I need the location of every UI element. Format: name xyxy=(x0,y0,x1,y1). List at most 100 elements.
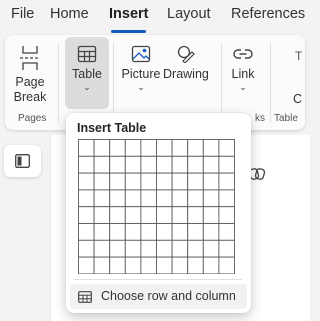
grid-cell[interactable] xyxy=(93,189,111,208)
grid-cell[interactable] xyxy=(171,256,189,275)
tab-references[interactable]: References xyxy=(231,6,305,22)
navigation-pane-button[interactable] xyxy=(4,145,41,177)
picture-button[interactable]: Picture ⌄ xyxy=(119,45,163,92)
grid-cell[interactable] xyxy=(202,223,220,241)
grid-cell[interactable] xyxy=(93,223,111,241)
group-separator xyxy=(270,43,271,123)
grid-cell[interactable] xyxy=(93,139,111,157)
grid-cell[interactable] xyxy=(78,239,95,258)
grid-cell[interactable] xyxy=(140,256,157,275)
grid-cell[interactable] xyxy=(140,139,157,157)
grid-cell[interactable] xyxy=(124,206,142,224)
grid-cell[interactable] xyxy=(156,189,173,208)
grid-cell[interactable] xyxy=(156,223,173,241)
grid-cell[interactable] xyxy=(109,155,126,174)
grid-cell[interactable] xyxy=(156,206,173,224)
grid-cell[interactable] xyxy=(187,206,204,224)
grid-cell[interactable] xyxy=(171,139,189,157)
choose-row-and-column-item[interactable]: Choose row and column xyxy=(70,284,247,309)
insert-table-dropdown: Insert Table Choose row and column xyxy=(66,113,251,313)
grid-cell[interactable] xyxy=(218,223,235,241)
cutoff-icon: T xyxy=(295,49,303,63)
grid-cell[interactable] xyxy=(140,189,157,208)
grid-cell[interactable] xyxy=(187,256,204,275)
group-separator xyxy=(221,43,222,123)
grid-cell[interactable] xyxy=(156,155,173,174)
grid-cell[interactable] xyxy=(202,206,220,224)
grid-cell[interactable] xyxy=(202,239,220,258)
grid-cell[interactable] xyxy=(171,239,189,258)
grid-cell[interactable] xyxy=(140,223,157,241)
menu-divider xyxy=(74,279,242,280)
table-button[interactable]: Table ⌄ xyxy=(65,37,109,109)
tab-home[interactable]: Home xyxy=(50,6,89,22)
grid-cell[interactable] xyxy=(187,223,204,241)
table-size-grid[interactable] xyxy=(78,139,235,279)
grid-cell[interactable] xyxy=(109,139,126,157)
grid-cell[interactable] xyxy=(202,189,220,208)
table-icon xyxy=(77,45,97,63)
grid-cell[interactable] xyxy=(218,189,235,208)
grid-cell[interactable] xyxy=(171,155,189,174)
link-button[interactable]: Link ⌄ xyxy=(227,45,259,92)
grid-cell[interactable] xyxy=(156,256,173,275)
grid-cell[interactable] xyxy=(218,206,235,224)
tab-layout[interactable]: Layout xyxy=(167,6,211,22)
page-break-button[interactable]: Page Break xyxy=(9,45,51,105)
grid-cell[interactable] xyxy=(156,172,173,191)
grid-cell[interactable] xyxy=(171,172,189,191)
grid-cell[interactable] xyxy=(109,223,126,241)
grid-cell[interactable] xyxy=(140,155,157,174)
grid-cell[interactable] xyxy=(202,139,220,157)
grid-cell[interactable] xyxy=(109,239,126,258)
tab-insert[interactable]: Insert xyxy=(109,6,149,22)
grid-cell[interactable] xyxy=(156,239,173,258)
grid-cell[interactable] xyxy=(202,172,220,191)
grid-cell[interactable] xyxy=(78,189,95,208)
drawing-button[interactable]: Drawing xyxy=(163,45,209,82)
grid-cell[interactable] xyxy=(171,189,189,208)
grid-cell[interactable] xyxy=(218,139,235,157)
grid-cell[interactable] xyxy=(218,172,235,191)
grid-cell[interactable] xyxy=(78,172,95,191)
grid-cell[interactable] xyxy=(187,155,204,174)
grid-cell[interactable] xyxy=(156,139,173,157)
grid-cell[interactable] xyxy=(202,256,220,275)
grid-cell[interactable] xyxy=(140,206,157,224)
grid-cell[interactable] xyxy=(109,172,126,191)
grid-cell[interactable] xyxy=(93,206,111,224)
grid-cell[interactable] xyxy=(78,206,95,224)
grid-cell[interactable] xyxy=(187,189,204,208)
tab-file[interactable]: File xyxy=(11,6,34,22)
grid-cell[interactable] xyxy=(93,256,111,275)
grid-cell[interactable] xyxy=(218,239,235,258)
grid-cell[interactable] xyxy=(93,239,111,258)
grid-cell[interactable] xyxy=(124,189,142,208)
grid-cell[interactable] xyxy=(171,223,189,241)
grid-cell[interactable] xyxy=(124,155,142,174)
grid-cell[interactable] xyxy=(187,139,204,157)
grid-cell[interactable] xyxy=(140,239,157,258)
grid-cell[interactable] xyxy=(202,155,220,174)
grid-cell[interactable] xyxy=(109,256,126,275)
grid-cell[interactable] xyxy=(218,155,235,174)
grid-cell[interactable] xyxy=(187,239,204,258)
grid-cell[interactable] xyxy=(171,206,189,224)
grid-cell[interactable] xyxy=(78,155,95,174)
table-label: Table xyxy=(72,67,102,81)
grid-cell[interactable] xyxy=(218,256,235,275)
grid-cell[interactable] xyxy=(93,155,111,174)
grid-cell[interactable] xyxy=(124,223,142,241)
grid-cell[interactable] xyxy=(140,172,157,191)
grid-cell[interactable] xyxy=(78,139,95,157)
grid-cell[interactable] xyxy=(187,172,204,191)
grid-cell[interactable] xyxy=(124,172,142,191)
grid-cell[interactable] xyxy=(109,189,126,208)
grid-cell[interactable] xyxy=(93,172,111,191)
grid-cell[interactable] xyxy=(124,239,142,258)
grid-cell[interactable] xyxy=(124,139,142,157)
grid-cell[interactable] xyxy=(109,206,126,224)
grid-cell[interactable] xyxy=(78,256,95,275)
grid-cell[interactable] xyxy=(124,256,142,275)
grid-cell[interactable] xyxy=(78,223,95,241)
